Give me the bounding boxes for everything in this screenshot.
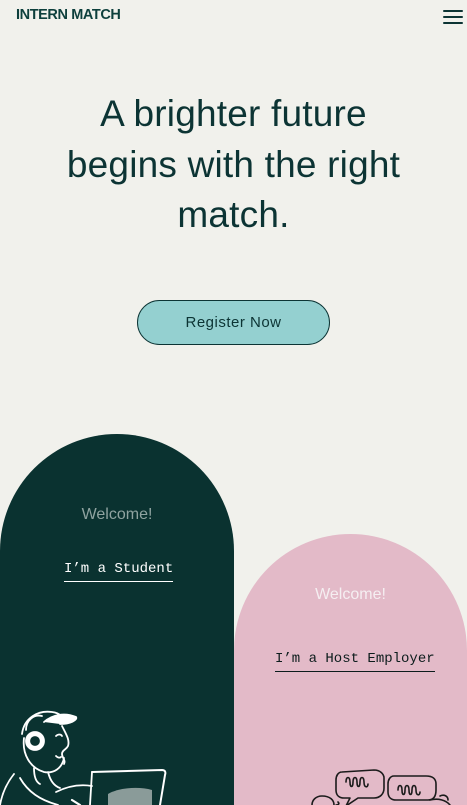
hamburger-menu-icon[interactable] xyxy=(443,10,463,24)
register-now-button[interactable]: Register Now xyxy=(137,300,330,345)
site-header: INTERN MATCH xyxy=(0,0,467,34)
student-card: Welcome! I’m a Student xyxy=(0,434,234,805)
speech-bubbles-illustration xyxy=(311,769,451,805)
student-with-laptop-illustration xyxy=(0,710,167,805)
logo[interactable]: INTERN MATCH xyxy=(16,7,121,23)
employer-card: Welcome! I’m a Host Employer xyxy=(234,534,467,805)
hero-title: A brighter future begins with the right … xyxy=(66,93,401,235)
